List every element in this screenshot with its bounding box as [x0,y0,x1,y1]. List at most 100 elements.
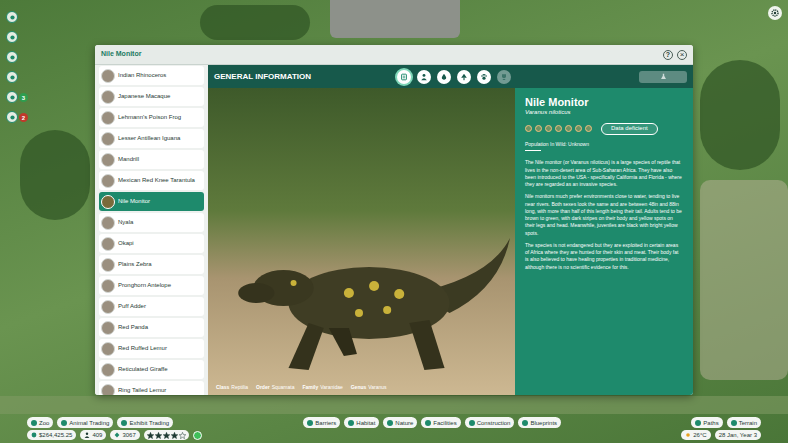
status-left: $264,425.25 409 3067 [27,430,202,440]
toolbar-button[interactable]: Habitat [344,417,379,428]
zoo-rating[interactable] [144,430,189,440]
section-tab[interactable] [437,70,451,84]
rating-star-icon [163,432,170,439]
zoo-path [700,180,788,380]
conservation-dot [585,125,592,132]
animal-avatar-icon [101,90,115,104]
animal-list-item[interactable]: Japanese Macaque [99,87,204,106]
animal-list-item[interactable]: Lehmann's Poison Frog [99,108,204,127]
taxonomy-label: Genus [351,384,367,392]
toolbar-button-icon [387,420,393,426]
toolbar-group: Paths Terrain [691,417,761,428]
zoo-building [330,0,460,38]
taxonomy-label: Order [256,384,270,392]
animal-list-item[interactable]: Mandrill [99,150,204,169]
hud-menu-icon[interactable] [6,71,18,83]
hud-menu-icon[interactable] [6,51,18,63]
tree-cluster [20,130,90,220]
animal-list: Indian Rhinoceros Japanese Macaque Lehmann… [95,65,208,395]
toolbar-button[interactable]: Zoo [27,417,53,428]
latin-name: Varanus niloticus [525,109,683,117]
research-button [639,71,687,83]
animal-list-item[interactable]: Red Panda [99,318,204,337]
animal-name: Nile Monitor [118,198,150,205]
toolbar-button[interactable]: Exhibit Trading [117,417,173,428]
close-button[interactable]: × [677,50,687,60]
animal-avatar-icon [101,153,115,167]
toolbar-button[interactable]: Construction [465,417,515,428]
animal-avatar-icon [101,132,115,146]
animal-list-item[interactable]: Nile Monitor [99,192,204,211]
section-tab[interactable] [417,70,431,84]
animal-list-item[interactable]: Nyala [99,213,204,232]
hud-sidebar: 32 [4,11,20,123]
toolbar-button-label: Animal Trading [69,420,109,426]
hud-menu-icon[interactable]: 3 [6,91,18,103]
section-tab[interactable] [477,70,491,84]
description-paragraph: The species is not endangered but they a… [525,242,683,271]
animal-name: Red Ruffed Lemur [118,345,167,352]
guests-icon [84,432,90,438]
animal-list-item[interactable]: Ring Tailed Lemur [99,381,204,395]
game-screen: 32 Nile Monitor?×Indian RhinocerosJapane… [0,0,788,443]
tab-keeper-icon [420,73,428,81]
taxonomy-entry: FamilyVaranidae [302,384,342,392]
animal-list-item[interactable]: Reticulated Giraffe [99,360,204,379]
toolbar-button-label: Habitat [356,420,375,426]
toolbar-button[interactable]: Terrain [727,417,761,428]
section-tab [497,70,511,84]
guests[interactable]: 409 [80,430,106,440]
rating-star-icon [179,432,186,439]
zoo-path [0,396,788,414]
conservation-dot [535,125,542,132]
tree-cluster [700,60,780,170]
toolbar-group: Zoo Animal Trading Exhibit Trading [27,417,173,428]
toolbar-button[interactable]: Blueprints [518,417,561,428]
animal-list-item[interactable]: Okapi [99,234,204,253]
tab-habitat-icon [460,73,468,81]
details-content: ClassReptiliaOrderSquamataFamilyVaranida… [208,88,693,395]
toolbar-button-label: Zoo [39,420,49,426]
animal-list-item[interactable]: Red Ruffed Lemur [99,339,204,358]
conservation-credits[interactable]: 3067 [110,430,139,440]
hud-menu-icon[interactable] [6,31,18,43]
section-tab[interactable] [457,70,471,84]
tab-water-icon [440,73,448,81]
taxonomy-entry: GenusVaranus [351,384,387,392]
animal-avatar-icon [101,342,115,356]
toolbar-button[interactable]: Nature [383,417,417,428]
zoopedia-window: Nile Monitor? × Indian Rhinoceros Japanese … [95,45,693,395]
badge-count: 3 [22,95,25,101]
money[interactable]: $264,425.25 [27,430,76,440]
taxonomy-value: Reptilia [231,384,248,392]
animal-name: Japanese Macaque [118,93,170,100]
animal-name: Indian Rhinoceros [118,72,166,79]
taxonomy-entry: ClassReptilia [216,384,248,392]
conservation-status-label: Data deficient [611,125,648,133]
toolbar-button[interactable]: Animal Trading [57,417,113,428]
hud-menu-icon[interactable]: 2 [6,111,18,123]
animal-list-item[interactable]: Plains Zebra [99,255,204,274]
window-title: Nile Monitor [101,49,141,60]
help-button[interactable]: ? [663,50,673,60]
hud-menu-icon[interactable] [6,11,18,23]
toolbar-button[interactable]: Barriers [303,417,340,428]
window-body: Indian Rhinoceros Japanese Macaque Lehmann… [95,65,693,395]
happiness-icon[interactable] [193,431,202,440]
section-tab[interactable] [397,70,411,84]
date: 28 Jan, Year 3 [715,430,761,440]
animal-list-item[interactable]: Mexican Red Knee Tarantula [99,171,204,190]
settings-gear-icon[interactable] [768,6,782,20]
toolbar-button[interactable]: Facilities [421,417,460,428]
notification-badge: 3 [19,93,28,102]
toolbar-button[interactable]: Paths [691,417,722,428]
animal-list-item[interactable]: Indian Rhinoceros [99,66,204,85]
section-title: GENERAL INFORMATION [214,71,397,83]
animal-list-item[interactable]: Lesser Antillean Iguana [99,129,204,148]
animal-list-item[interactable]: Puff Adder [99,297,204,316]
animal-avatar-icon [101,174,115,188]
date-value: 28 Jan, Year 3 [719,432,757,438]
animal-list-item[interactable]: Pronghorn Antelope [99,276,204,295]
animal-avatar-icon [101,258,115,272]
section-header: GENERAL INFORMATION [208,65,693,88]
